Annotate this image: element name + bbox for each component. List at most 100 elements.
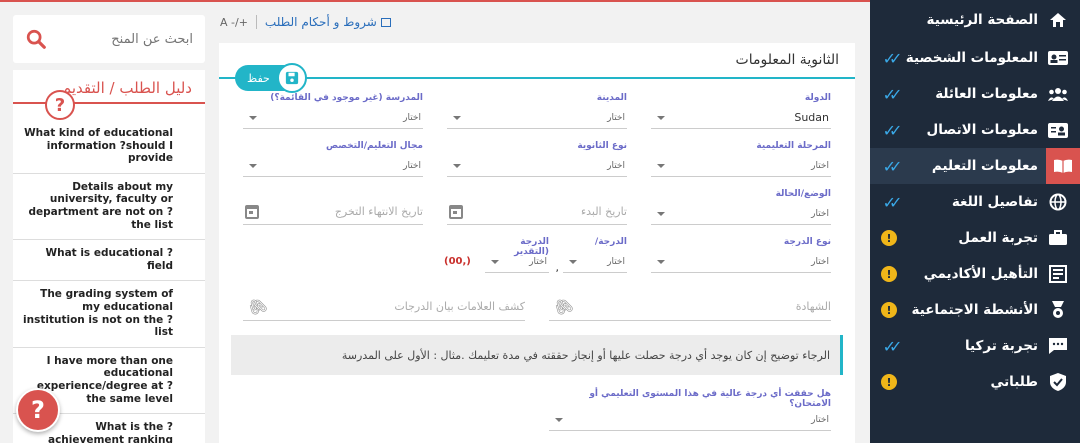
chevron-down-icon <box>657 211 665 216</box>
grade-label: الدرجة/ <box>594 237 627 247</box>
education-level-value: اختار <box>811 160 829 171</box>
education-level-field: المرحلة التعليمية اختار <box>651 141 831 177</box>
double-check-icon: ✓✓ <box>882 156 903 176</box>
paperclip-icon[interactable]: 🖇 <box>550 293 577 320</box>
chevron-down-icon <box>453 115 461 120</box>
warning-icon: ! <box>878 266 900 282</box>
search-box <box>13 15 205 63</box>
school-value: اختار <box>403 112 421 123</box>
sidebar-item-label: الأنشطة الاجتماعية <box>911 302 1038 318</box>
sidebar-item[interactable]: المعلومات الشخصية ✓✓ <box>870 40 1080 76</box>
save-button[interactable]: حفظ <box>235 63 307 93</box>
search-icon[interactable] <box>25 28 47 50</box>
warning-badge: ! <box>881 230 897 246</box>
sidebar-item[interactable]: معلومات العائلة ✓✓ <box>870 76 1080 112</box>
highschool-type-select[interactable]: اختار <box>447 155 627 177</box>
faq-item[interactable]: What kind of educational information ?sh… <box>13 120 205 174</box>
warning-badge: ! <box>881 266 897 282</box>
achievement-value: اختار <box>811 414 829 425</box>
study-field-field: مجال التعليم/التخصص اختار <box>243 141 423 177</box>
sidebar-item[interactable]: طلباتي! <box>870 364 1080 400</box>
sidebar-item[interactable]: معلومات الاتصال ✓✓ <box>870 112 1080 148</box>
sidebar-item-label: تجربة العمل <box>958 230 1038 246</box>
study-field-label: مجال التعليم/التخصص <box>325 141 423 151</box>
study-field-select[interactable]: اختار <box>243 155 423 177</box>
city-field: المدينة اختار <box>447 93 627 129</box>
grade-select[interactable]: اختار <box>563 251 627 273</box>
terms-link[interactable]: شروط و أحكام الطلب <box>265 15 391 29</box>
sidebar-item[interactable]: التأهيل الأكاديمي! <box>870 256 1080 292</box>
save-icon <box>277 63 307 93</box>
education-form-card: الثانوية المعلومات حفظ الدولة Sudan المد… <box>219 43 855 443</box>
start-date-field: تاريخ البدء <box>447 199 627 225</box>
start-date-input[interactable]: تاريخ البدء <box>447 199 627 225</box>
calendar-icon[interactable] <box>449 204 463 219</box>
grade-type-select[interactable]: اختار <box>651 251 831 273</box>
status-select[interactable]: اختار <box>651 203 831 225</box>
top-links: A -/+ شروط و أحكام الطلب <box>220 12 860 32</box>
end-date-input[interactable]: تاريخ الانتهاء التخرج <box>243 199 423 225</box>
city-value: اختار <box>607 112 625 123</box>
status-field: الوضع/الحالة اختار <box>651 189 831 225</box>
faq-item[interactable]: What is educational ?field <box>13 240 205 282</box>
grade-type-label: نوع الدرجة <box>783 237 831 247</box>
country-label: الدولة <box>804 93 831 103</box>
sidebar-item[interactable]: الصفحة الرئيسية <box>870 0 1080 40</box>
grade-scale-note: (00,) <box>444 256 471 267</box>
warning-badge: ! <box>881 302 897 318</box>
school-label[interactable]: المدرسة (غير موجود في القائمة؟) <box>243 93 423 105</box>
briefcase-icon <box>1048 228 1068 248</box>
country-select[interactable]: Sudan <box>651 107 831 129</box>
shield-check-icon <box>1048 372 1068 392</box>
city-select[interactable]: اختار <box>447 107 627 129</box>
guide-title: دليل الطلب / التقديم <box>61 79 192 97</box>
font-size-toggle[interactable]: A -/+ <box>220 16 248 29</box>
faq-item[interactable]: The grading system of my educational ins… <box>13 281 205 348</box>
faq-item[interactable]: Details about my university, faculty or … <box>13 174 205 241</box>
application-guide: دليل الطلب / التقديم ? What kind of educ… <box>13 70 205 443</box>
grade-value: اختار <box>607 256 625 267</box>
sidebar-item[interactable]: تجربة تركيا ✓✓ <box>870 328 1080 364</box>
warning-icon: ! <box>878 374 900 390</box>
sidebar-item-label: معلومات العائلة <box>935 86 1038 102</box>
paperclip-icon[interactable]: 🖇 <box>244 293 271 320</box>
highschool-type-label: نوع الثانوية <box>577 141 627 151</box>
status-label: الوضع/الحالة <box>775 189 831 199</box>
certificate-upload[interactable]: الشهادة 🖇 <box>549 293 831 321</box>
chevron-down-icon <box>249 163 257 168</box>
school-select[interactable]: اختار <box>243 107 423 129</box>
search-input[interactable] <box>47 31 193 47</box>
highschool-type-field: نوع الثانوية اختار <box>447 141 627 177</box>
achievement-select[interactable]: اختار <box>549 409 831 431</box>
divider <box>255 15 257 29</box>
certificate-placeholder: الشهادة <box>795 300 831 313</box>
sidebar-item-label: المعلومات الشخصية <box>905 50 1038 66</box>
education-level-label: المرحلة التعليمية <box>756 141 831 151</box>
help-button[interactable]: ? <box>16 388 60 432</box>
country-value: Sudan <box>794 111 829 124</box>
achievement-field: هل حققت أي درجة عالية في هذا المستوى الت… <box>549 389 831 431</box>
education-level-select[interactable]: اختار <box>651 155 831 177</box>
sidebar-item[interactable]: تفاصيل اللغة ✓✓ <box>870 184 1080 220</box>
status-value: اختار <box>811 208 829 219</box>
chevron-down-icon <box>569 259 577 264</box>
highschool-type-value: اختار <box>607 160 625 171</box>
transcript-field: كشف العلامات بيان الدرجات 🖇 <box>243 293 525 321</box>
grade-rating-select[interactable]: اختار <box>485 251 549 273</box>
chevron-down-icon <box>491 259 499 264</box>
sidebar-item-label: الصفحة الرئيسية <box>926 12 1038 28</box>
sidebar-item[interactable]: معلومات التعليم ✓✓ <box>870 148 1080 184</box>
transcript-upload[interactable]: كشف العلامات بيان الدرجات 🖇 <box>243 293 525 321</box>
contact-card-icon <box>1048 120 1068 140</box>
chevron-down-icon <box>657 115 665 120</box>
achievement-note: الرجاء توضيح إن كان يوجد أي درجة حصلت عل… <box>231 335 843 375</box>
guide-divider <box>13 102 205 104</box>
sidebar-item[interactable]: الأنشطة الاجتماعية! <box>870 292 1080 328</box>
id-card-icon <box>1048 48 1068 68</box>
calendar-icon[interactable] <box>245 204 259 219</box>
chevron-down-icon <box>555 417 563 422</box>
warning-icon: ! <box>878 302 900 318</box>
achievement-question: هل حققت أي درجة عالية في هذا المستوى الت… <box>589 389 831 409</box>
end-date-placeholder: تاريخ الانتهاء التخرج <box>334 205 423 218</box>
sidebar-item[interactable]: تجربة العمل! <box>870 220 1080 256</box>
